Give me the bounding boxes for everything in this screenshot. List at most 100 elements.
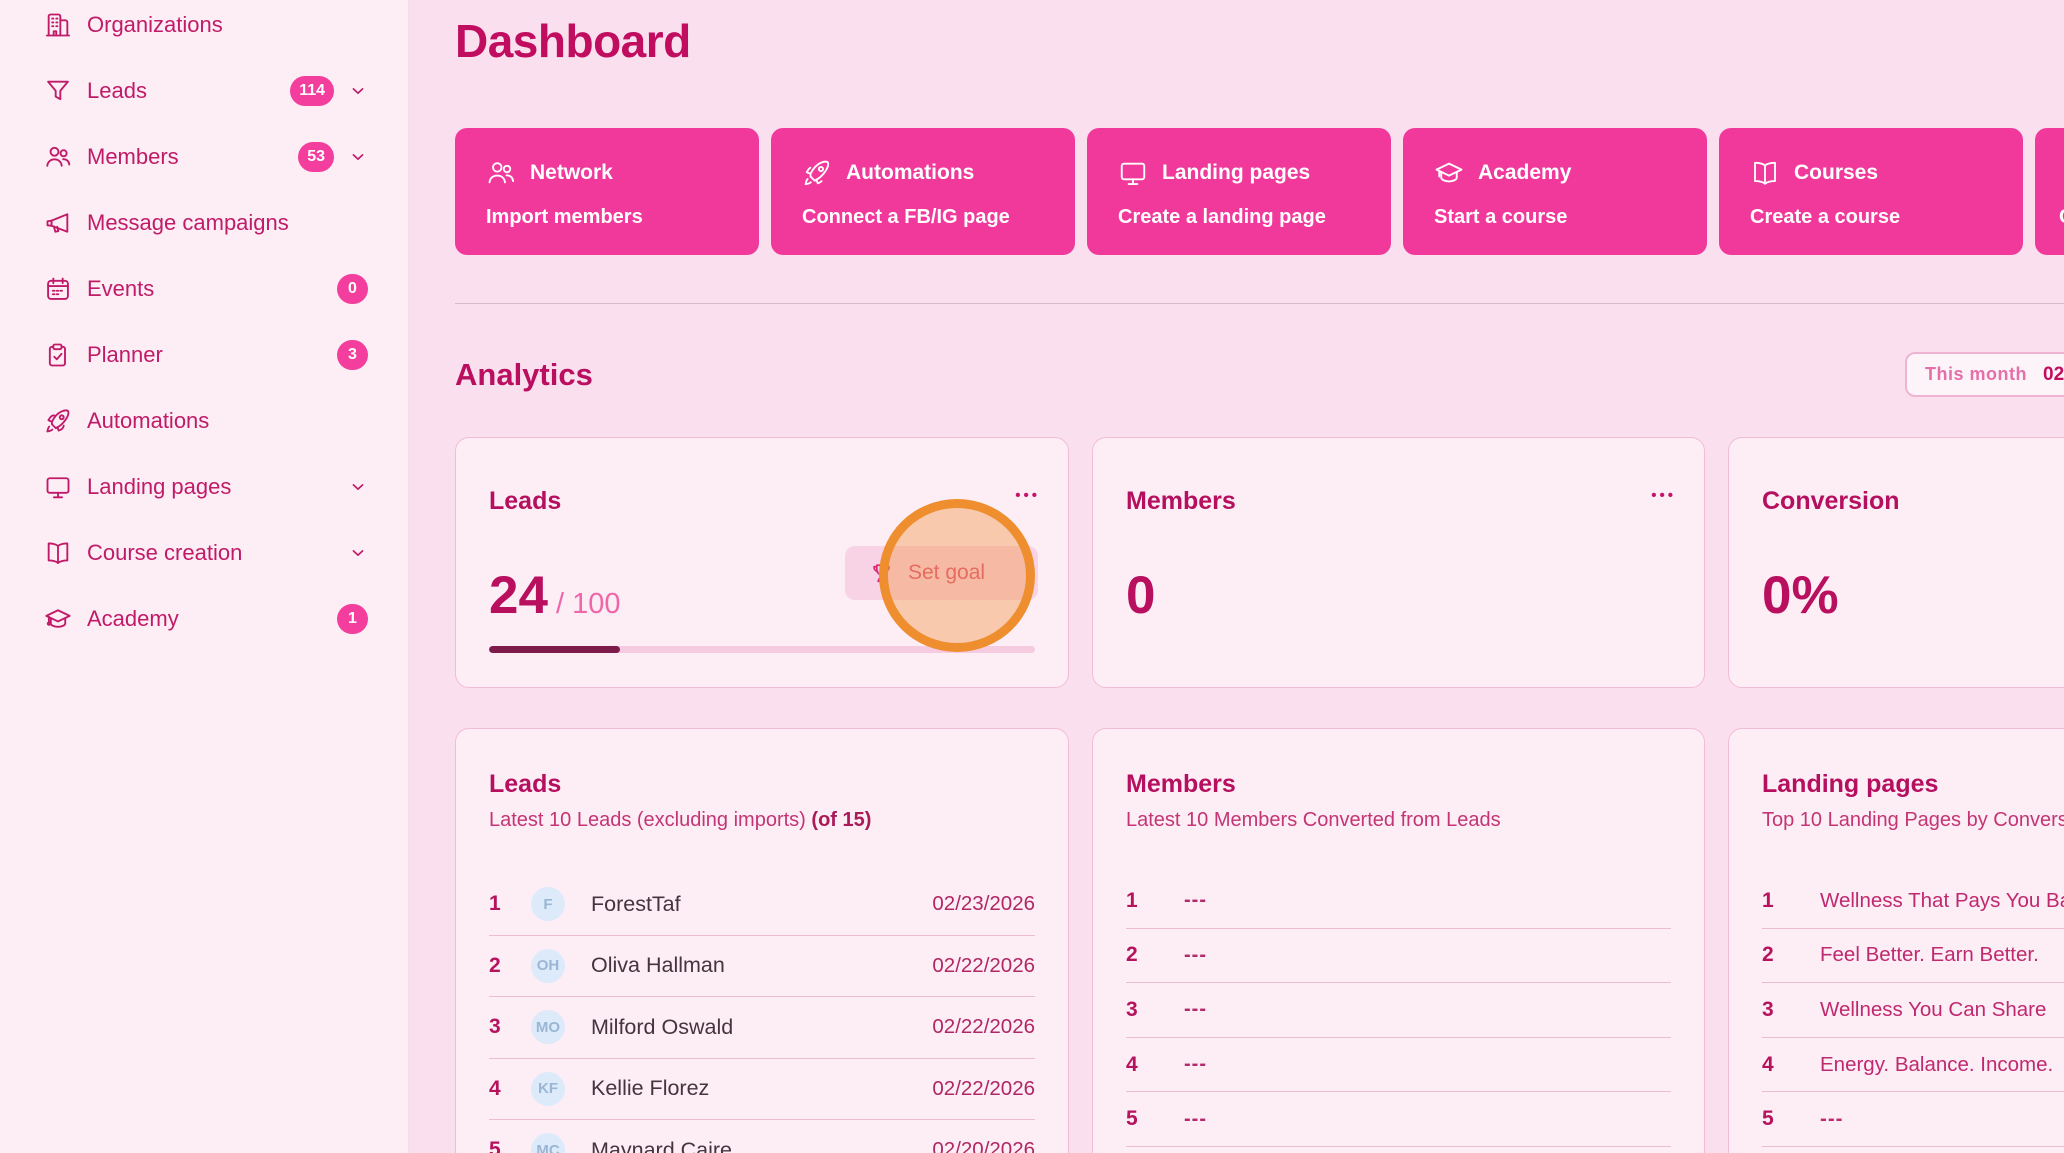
period-label: This month [1925,364,2027,385]
sidebar-item-label: Members [87,144,179,170]
more-options-icon[interactable]: ••• [1651,486,1676,506]
list-card-title: Members [1126,770,1236,799]
landing-page-row[interactable]: 2 Feel Better. Earn Better. [1762,929,2064,984]
quick-action-subtitle: Connect a FB/IG page [802,206,1075,229]
lead-name: Oliva Hallman [591,953,725,978]
landing-page-row[interactable]: 5 --- [1762,1092,2064,1147]
members-stat-card: Members ••• 0 [1092,437,1705,688]
leads-rows: 1 F ForestTaf 02/23/2026 2 OH Oliva Hall… [489,874,1035,1153]
quick-action-title: Landing pages [1162,161,1310,185]
sidebar: Organizations Leads 114 Members 53 Messa… [0,0,409,1153]
avatar: MO [531,1010,565,1044]
lead-row[interactable]: 5 MC Maynard Caire 02/20/2026 [489,1120,1035,1153]
member-name: --- [1184,1108,1207,1131]
landing-page-row[interactable]: 3 Wellness You Can Share [1762,983,2064,1038]
building-icon [44,11,72,39]
sidebar-item-planner[interactable]: Planner 3 [0,322,408,388]
landing-page-row[interactable]: 4 Energy. Balance. Income. [1762,1038,2064,1093]
sidebar-item-label: Planner [87,342,163,368]
calendar-icon [44,275,72,303]
quick-action-title: Academy [1478,161,1571,185]
sidebar-item-automations[interactable]: Automations [0,388,408,454]
section-divider [455,303,2064,304]
people-icon [486,158,516,188]
lead-row[interactable]: 3 MO Milford Oswald 02/22/2026 [489,997,1035,1059]
sidebar-item-academy[interactable]: Academy 1 [0,586,408,652]
quick-action-title: Network [530,161,613,185]
landing-pages-list-card: Landing pages Top 10 Landing Pages by Co… [1728,728,2064,1153]
quick-action-network[interactable]: Network Import members [455,128,759,255]
lead-date: 02/23/2026 [932,892,1035,916]
member-name: --- [1184,998,1207,1021]
row-number: 5 [489,1138,517,1153]
sidebar-item-label: Organizations [87,12,223,38]
landing-page-name: Wellness That Pays You Back [1820,889,2064,913]
row-number: 2 [1762,943,1790,967]
conversion-value: 0% [1762,568,1839,624]
lead-name: ForestTaf [591,892,681,917]
chevron-down-icon [348,477,368,497]
funnel-icon [44,77,72,105]
period-date-range: 02/0 [2043,364,2064,386]
row-number: 4 [1762,1053,1790,1077]
academy-count-badge: 1 [337,604,368,634]
planner-count-badge: 3 [337,340,368,370]
sidebar-item-events[interactable]: Events 0 [0,256,408,322]
quick-action-title: Automations [846,161,974,185]
list-card-title: Leads [489,770,561,799]
row-number: 2 [1126,943,1154,967]
members-list-card: Members Latest 10 Members Converted from… [1092,728,1705,1153]
landing-page-row[interactable]: 1 Wellness That Pays You Back [1762,874,2064,929]
period-selector-button[interactable]: This month 02/0 [1905,352,2064,397]
sidebar-nav: Organizations Leads 114 Members 53 Messa… [0,0,408,652]
lead-date: 02/20/2026 [932,1138,1035,1153]
sidebar-item-members[interactable]: Members 53 [0,124,408,190]
list-card-subtitle: Latest 10 Members Converted from Leads [1126,809,1501,832]
quick-action-partial[interactable]: C [2035,128,2064,255]
list-card-subtitle: Top 10 Landing Pages by Convers [1762,809,2064,832]
page-title: Dashboard [455,14,691,68]
set-goal-button[interactable]: Set goal [845,546,1038,600]
events-count-badge: 0 [337,274,368,304]
sidebar-item-organizations[interactable]: Organizations [0,0,408,58]
landing-page-name: Energy. Balance. Income. [1820,1053,2053,1077]
monitor-icon [1118,158,1148,188]
trophy-icon [869,561,894,586]
quick-actions-row: Network Import members Automations Conne… [455,128,2064,255]
member-row[interactable]: 1 --- [1126,874,1671,929]
row-number: 4 [489,1077,517,1101]
member-row[interactable]: 5 --- [1126,1092,1671,1147]
lead-row[interactable]: 2 OH Oliva Hallman 02/22/2026 [489,936,1035,998]
sidebar-item-course-creation[interactable]: Course creation [0,520,408,586]
lead-date: 02/22/2026 [932,954,1035,978]
row-number: 3 [1762,998,1790,1022]
quick-action-landing-pages[interactable]: Landing pages Create a landing page [1087,128,1391,255]
landing-pages-rows: 1 Wellness That Pays You Back 2 Feel Bet… [1762,874,2064,1147]
subtitle-text: Latest 10 Leads (excluding imports) [489,809,806,831]
sidebar-item-landing-pages[interactable]: Landing pages [0,454,408,520]
row-number: 3 [489,1015,517,1039]
sidebar-item-leads[interactable]: Leads 114 [0,58,408,124]
row-number: 5 [1762,1107,1790,1131]
row-number: 3 [1126,998,1154,1022]
quick-action-automations[interactable]: Automations Connect a FB/IG page [771,128,1075,255]
member-row[interactable]: 3 --- [1126,983,1671,1038]
sidebar-item-label: Leads [87,78,147,104]
chevron-down-icon [348,543,368,563]
rocket-icon [802,158,832,188]
lead-row[interactable]: 1 F ForestTaf 02/23/2026 [489,874,1035,936]
member-row[interactable]: 4 --- [1126,1038,1671,1093]
sidebar-item-label: Landing pages [87,474,231,500]
book-icon [44,539,72,567]
quick-action-academy[interactable]: Academy Start a course [1403,128,1707,255]
member-row[interactable]: 2 --- [1126,929,1671,984]
lead-row[interactable]: 4 KF Kellie Florez 02/22/2026 [489,1059,1035,1121]
stat-card-title: Leads [489,487,561,516]
leads-count-value: 24 [489,568,548,624]
lead-date: 02/22/2026 [932,1077,1035,1101]
sidebar-item-message-campaigns[interactable]: Message campaigns [0,190,408,256]
member-name: --- [1184,1053,1207,1076]
quick-action-courses[interactable]: Courses Create a course [1719,128,2023,255]
leads-progress-fill [489,646,620,653]
more-options-icon[interactable]: ••• [1015,486,1040,506]
